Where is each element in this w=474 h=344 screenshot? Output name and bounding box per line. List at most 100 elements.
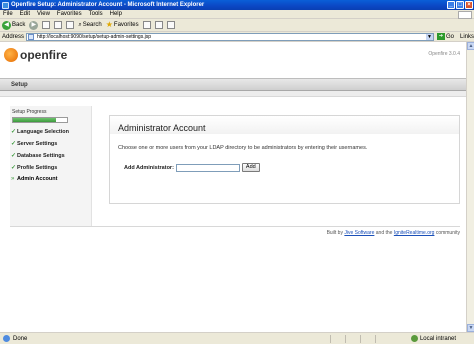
step-label: Server Settings — [17, 140, 58, 147]
menu-help[interactable]: Help — [110, 11, 122, 17]
vertical-scrollbar[interactable]: ▲ ▼ — [466, 42, 474, 332]
status-bar: Done Local intranet — [0, 332, 474, 344]
address-url: http://localhost:9090/setup/setup-admin-… — [37, 33, 151, 40]
refresh-icon — [54, 21, 63, 29]
page-description: Choose one or more users from your LDAP … — [118, 145, 368, 151]
version-label: Openfire 3.0.4 — [428, 51, 460, 57]
forward-button[interactable]: ▶ — [29, 20, 39, 30]
step-label: Profile Settings — [17, 164, 58, 171]
back-label: Back — [12, 22, 26, 28]
status-text: Done — [13, 335, 28, 342]
progress-bar — [12, 117, 68, 123]
back-arrow-icon: ◀ — [2, 20, 11, 30]
stop-button[interactable] — [42, 21, 51, 29]
add-button[interactable]: Add — [241, 163, 260, 172]
step-label: Language Selection — [17, 128, 69, 135]
back-button[interactable]: ◀ Back — [2, 20, 26, 30]
window-title: Openfire Setup: Administrator Account - … — [11, 2, 205, 8]
status-divider — [375, 335, 376, 343]
brand-name: openfire — [20, 48, 68, 62]
scroll-up-icon[interactable]: ▲ — [467, 42, 474, 50]
step-server-settings[interactable]: ✓ Server Settings — [11, 140, 58, 148]
zone-label: Local intranet — [419, 335, 456, 342]
ie-icon — [2, 1, 9, 9]
check-icon: ✓ — [11, 129, 17, 135]
jive-software-link[interactable]: Jive Software — [344, 230, 374, 236]
chevron-down-icon[interactable]: ▼ — [425, 33, 433, 40]
page-title: Administrator Account — [118, 123, 206, 133]
menu-edit[interactable]: Edit — [20, 11, 30, 17]
footer-prefix: Built by — [326, 230, 343, 236]
home-icon — [66, 21, 75, 29]
print-button[interactable] — [166, 21, 175, 29]
progress-title: Setup Progress — [12, 109, 47, 115]
refresh-button[interactable] — [54, 21, 63, 29]
page-footer: Built by Jive Software and the IgniteRea… — [327, 230, 460, 236]
windows-logo-icon — [458, 11, 472, 19]
check-icon: ✓ — [11, 153, 17, 159]
add-admin-label: Add Administrator: — [124, 164, 174, 171]
page-icon — [28, 33, 35, 40]
favorites-star-icon: ★ — [105, 20, 113, 29]
close-button[interactable]: × — [465, 1, 473, 9]
check-icon: ✓ — [11, 165, 17, 171]
tab-setup[interactable]: Setup — [11, 82, 28, 88]
stop-icon — [42, 21, 51, 29]
go-label: Go — [445, 33, 454, 40]
mail-icon — [154, 21, 163, 29]
check-icon: ✓ — [11, 141, 17, 147]
title-bar: Openfire Setup: Administrator Account - … — [0, 0, 474, 10]
footer-middle: and the — [375, 230, 393, 236]
search-icon: ⌕ — [78, 21, 82, 28]
address-bar: Address http://localhost:9090/setup/setu… — [0, 32, 474, 42]
scroll-down-icon[interactable]: ▼ — [467, 324, 474, 332]
setup-progress-sidebar: Setup Progress ✓ Language Selection ✓ Se… — [10, 106, 92, 226]
step-language-selection[interactable]: ✓ Language Selection — [11, 128, 69, 136]
menu-view[interactable]: View — [37, 11, 50, 17]
home-button[interactable] — [66, 21, 75, 29]
progress-bar-fill — [13, 118, 57, 122]
intranet-globe-icon — [410, 335, 418, 342]
menu-bar: File Edit View Favorites Tools Help — [0, 10, 474, 19]
footer-suffix: community — [435, 230, 460, 236]
address-label: Address — [2, 33, 25, 40]
menu-tools[interactable]: Tools — [89, 11, 103, 17]
step-profile-settings[interactable]: ✓ Profile Settings — [11, 164, 58, 172]
go-arrow-icon: ➔ — [436, 33, 445, 40]
search-label: Search — [82, 22, 102, 28]
status-divider — [345, 335, 346, 343]
security-zone: Local intranet — [410, 335, 456, 342]
forward-arrow-icon: ▶ — [29, 20, 39, 30]
page-status-icon — [3, 335, 10, 342]
links-button[interactable]: Links — [460, 34, 474, 40]
add-admin-row: Add Administrator: Add — [124, 163, 260, 172]
history-icon — [142, 21, 151, 29]
maximize-button[interactable]: □ — [456, 1, 464, 9]
nav-bar: Setup — [0, 78, 466, 91]
add-admin-input[interactable] — [175, 163, 240, 172]
current-step-icon: » — [11, 176, 15, 182]
menu-favorites[interactable]: Favorites — [57, 11, 82, 17]
admin-account-panel: Administrator Account Choose one or more… — [109, 115, 460, 204]
go-button[interactable]: ➔ Go — [436, 33, 454, 40]
print-icon — [166, 21, 175, 29]
window-controls: _ □ × — [447, 1, 473, 9]
status-divider — [330, 335, 331, 343]
sub-nav-bar — [0, 91, 466, 97]
status-divider — [360, 335, 361, 343]
page-header: openfire Openfire 3.0.4 — [0, 42, 466, 78]
toolbar: ◀ Back ▶ ⌕ Search ★ Favorites — [0, 19, 474, 32]
step-label: Admin Account — [17, 176, 58, 182]
search-button[interactable]: ⌕ Search — [78, 22, 101, 29]
ignite-realtime-link[interactable]: IgniteRealtime.org — [394, 230, 435, 236]
address-input[interactable]: http://localhost:9090/setup/setup-admin-… — [26, 32, 434, 41]
mail-button[interactable] — [154, 21, 163, 29]
step-database-settings[interactable]: ✓ Database Settings — [11, 152, 65, 160]
favorites-button[interactable]: ★ Favorites — [106, 21, 139, 29]
history-button[interactable] — [142, 21, 151, 29]
favorites-label: Favorites — [113, 22, 139, 28]
openfire-logo: openfire — [4, 48, 67, 62]
menu-file[interactable]: File — [3, 11, 13, 17]
minimize-button[interactable]: _ — [447, 1, 455, 9]
page-viewport: openfire Openfire 3.0.4 Setup Setup Prog… — [0, 42, 466, 332]
